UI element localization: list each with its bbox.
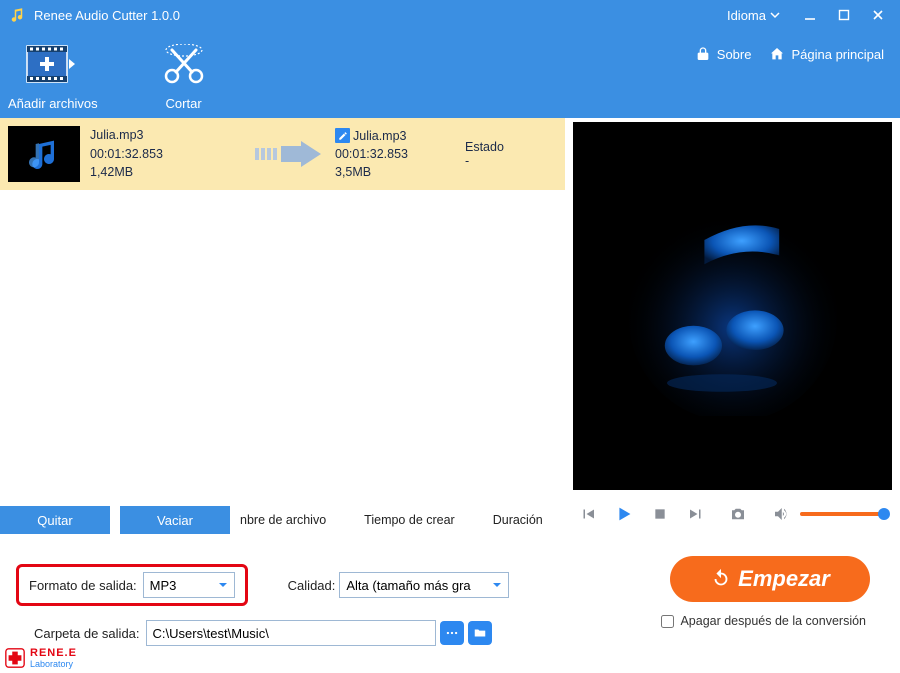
stop-button[interactable] [649,503,671,525]
app-logo-icon [8,6,26,24]
play-button[interactable] [613,503,635,525]
start-button[interactable]: Empezar [670,556,870,602]
filmstrip-add-icon [26,42,80,86]
minimize-button[interactable] [796,1,824,29]
bottom-panel: Formato de salida: MP3 Calidad: Alta (ta… [0,538,900,673]
language-dropdown[interactable]: Idioma [727,8,780,23]
folder-label: Carpeta de salida: [34,626,140,641]
toolbar: Añadir archivos Cortar Sobre Página prin… [0,30,900,118]
about-link[interactable]: Sobre [695,46,752,62]
file-input-info: Julia.mp3 00:01:32.853 1,42MB [90,126,245,182]
remove-button[interactable]: Quitar [0,506,110,534]
edit-output-icon[interactable] [335,128,350,143]
file-row[interactable]: Julia.mp3 00:01:32.853 1,42MB Julia.mp3 [0,118,565,190]
music-note-icon [623,196,843,416]
list-footer: Quitar Vaciar nbre de archivo Tiempo de … [0,502,565,538]
preview-panel [565,118,900,538]
app-title: Renee Audio Cutter 1.0.0 [34,8,727,23]
chevron-down-icon [492,580,502,590]
chevron-down-icon [770,10,780,20]
output-format-group: Formato de salida: MP3 [16,564,248,606]
chevron-down-icon [218,580,228,590]
clear-button[interactable]: Vaciar [120,506,230,534]
file-duration: 00:01:32.853 [90,145,245,164]
file-name: Julia.mp3 [90,126,245,145]
titlebar: Renee Audio Cutter 1.0.0 Idioma [0,0,900,30]
shutdown-checkbox-row[interactable]: Apagar después de la conversión [661,614,866,628]
shutdown-checkbox[interactable] [661,615,674,628]
open-folder-button[interactable] [468,621,492,645]
file-list-panel: Julia.mp3 00:01:32.853 1,42MB Julia.mp3 [0,118,565,538]
next-button[interactable] [685,503,707,525]
quality-label: Calidad: [288,578,336,593]
prev-button[interactable] [577,503,599,525]
file-state: Estado - [465,140,545,168]
quality-select[interactable]: Alta (tamaño más gra [339,572,509,598]
col-created: Tiempo de crear [364,513,455,527]
preview-box [573,122,892,490]
home-link[interactable]: Página principal [769,46,884,62]
add-files-button[interactable]: Añadir archivos [8,42,98,111]
brand-icon [4,647,26,669]
browse-folder-button[interactable] [440,621,464,645]
maximize-button[interactable] [830,1,858,29]
file-output-info: Julia.mp3 00:01:32.853 3,5MB [335,127,465,181]
col-filename: nbre de archivo [240,513,326,527]
scissors-icon [162,42,206,86]
lock-icon [695,46,711,62]
cut-button[interactable]: Cortar [162,42,206,111]
volume-button[interactable] [770,503,792,525]
format-label: Formato de salida: [29,578,137,593]
file-thumbnail [8,126,80,182]
snapshot-button[interactable] [727,503,749,525]
col-duration: Duración [493,513,543,527]
volume-slider[interactable] [800,512,888,516]
format-select[interactable]: MP3 [143,572,235,598]
file-list: Julia.mp3 00:01:32.853 1,42MB Julia.mp3 [0,118,565,502]
close-button[interactable] [864,1,892,29]
home-icon [769,46,785,62]
output-folder-input[interactable] [146,620,436,646]
file-size: 1,42MB [90,163,245,182]
refresh-icon [710,568,732,590]
content-area: Julia.mp3 00:01:32.853 1,42MB Julia.mp3 [0,118,900,538]
arrow-icon [245,139,335,169]
player-controls [573,490,892,538]
brand-logo: RENE.E Laboratory [4,647,77,669]
